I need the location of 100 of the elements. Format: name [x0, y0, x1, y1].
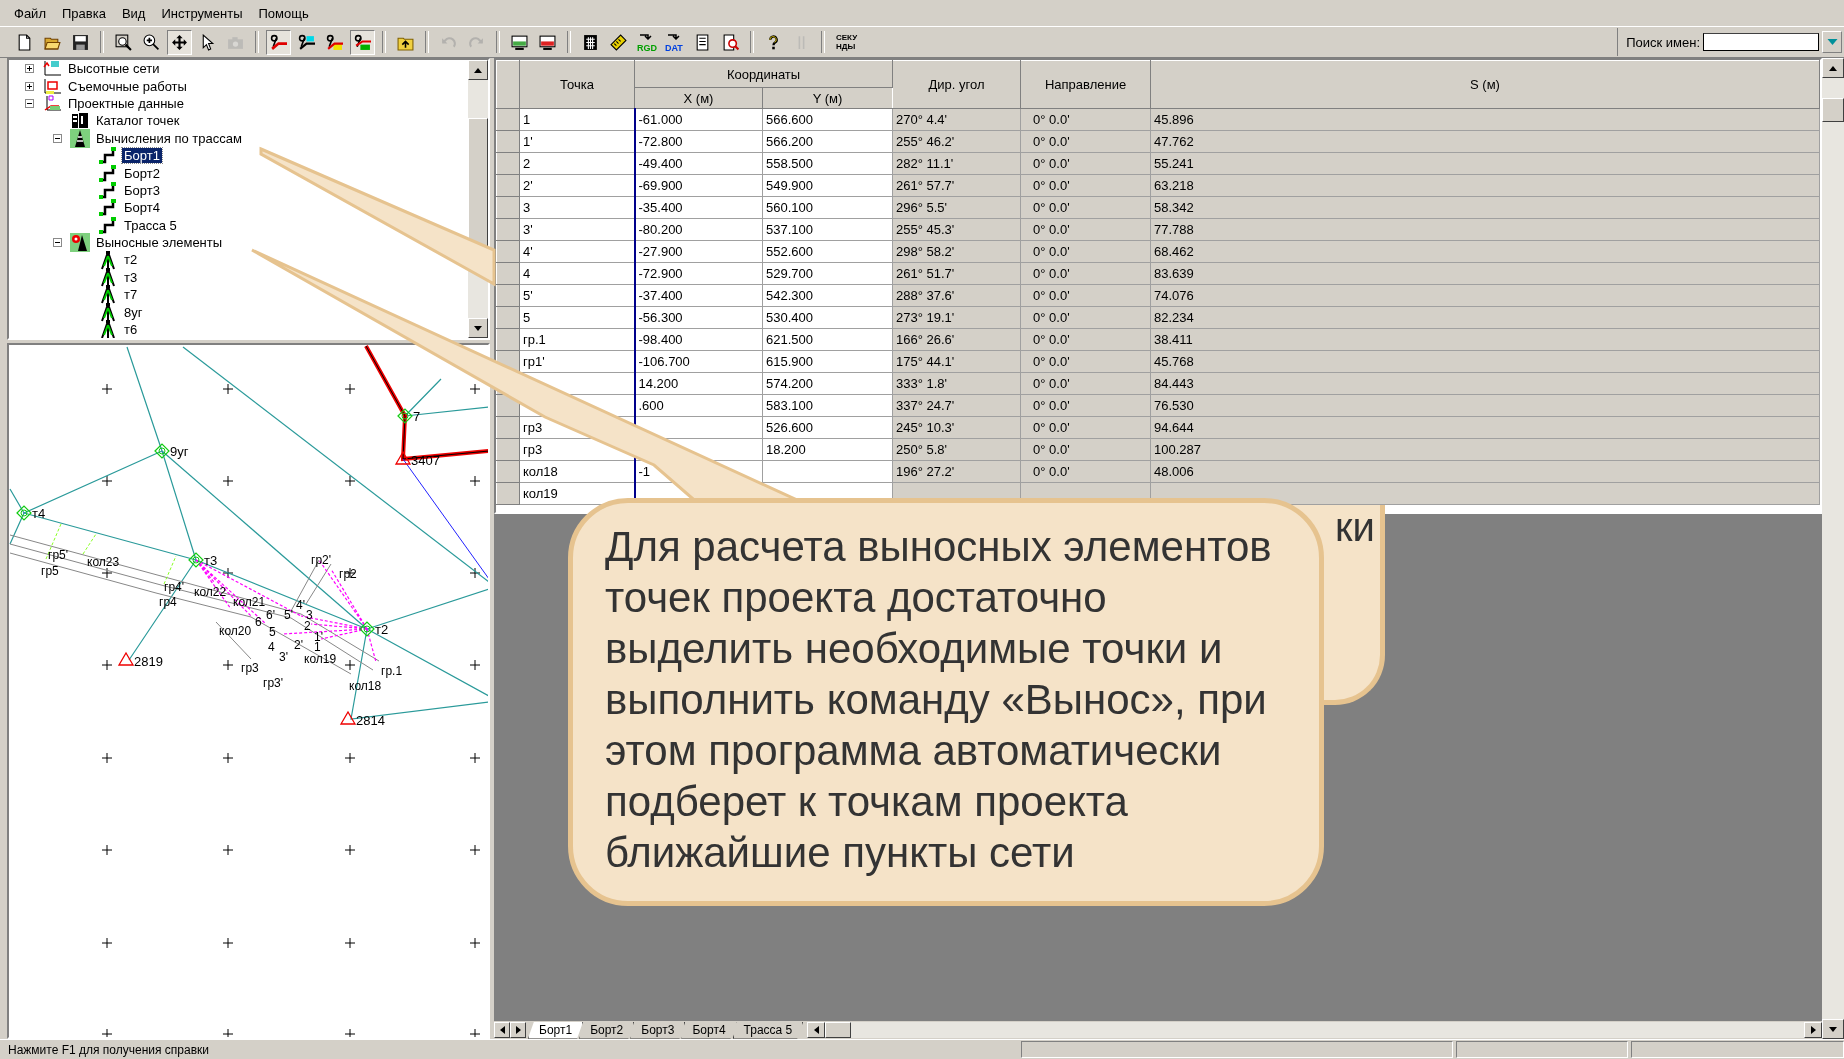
toolbar-button[interactable]	[167, 29, 192, 55]
scroll-thumb[interactable]	[825, 1022, 852, 1038]
tree-item[interactable]: т6	[122, 322, 140, 338]
tab-scroll-right-button[interactable]	[510, 1022, 526, 1038]
row-header[interactable]	[496, 218, 520, 241]
table-cell: 68.462	[1150, 240, 1820, 263]
row-header[interactable]	[496, 328, 520, 351]
right-arrow-icon	[1810, 1026, 1816, 1034]
row-header[interactable]	[496, 262, 520, 285]
sheet-tab[interactable]: Трасса 5	[732, 1021, 804, 1039]
menu-item[interactable]: Помощь	[252, 5, 319, 21]
point-label: 6'	[266, 608, 275, 622]
row-header[interactable]	[496, 240, 520, 263]
collapse-toggle[interactable]	[25, 98, 34, 108]
station-marker-icon	[16, 505, 32, 521]
route-icon	[270, 33, 287, 51]
tree-item[interactable]: Проектные данные	[66, 95, 186, 111]
tree-item[interactable]: т2	[122, 252, 140, 268]
sheet-tab[interactable]: Борт2	[579, 1021, 635, 1039]
table-cell: 45.768	[1150, 350, 1820, 373]
tab-scroll-left-button[interactable]	[494, 1022, 510, 1038]
scroll-up-icon	[474, 67, 482, 73]
project-icon	[42, 94, 62, 113]
row-header[interactable]	[496, 460, 520, 483]
seconds-button[interactable]: СЕКУ НДЫ	[832, 29, 866, 55]
scroll-up-icon	[1829, 65, 1837, 71]
route-icon	[354, 33, 371, 51]
tree-item[interactable]: Борт4	[122, 200, 162, 216]
toolbar-button[interactable]	[350, 29, 375, 55]
row-header[interactable]	[496, 416, 520, 439]
collapse-toggle[interactable]	[53, 133, 62, 143]
left-arrow-icon	[813, 1026, 819, 1034]
tree-item[interactable]: Выносные элементы	[94, 235, 225, 251]
export-button[interactable]: DAT	[662, 29, 687, 55]
search-field[interactable]	[1703, 33, 1819, 51]
dropdown-button[interactable]	[1822, 31, 1842, 53]
export-arrow-icon	[639, 33, 652, 40]
table-cell: 0° 0.0'	[1020, 306, 1151, 329]
table-cell: 574.200	[762, 372, 893, 395]
tree-item[interactable]: Каталог точек	[94, 113, 182, 129]
expand-toggle[interactable]	[25, 81, 34, 91]
row-header[interactable]	[496, 482, 520, 505]
table-cell: -106.700	[634, 350, 763, 373]
table-cell: 526.600	[762, 416, 893, 439]
point-label: 6	[255, 615, 262, 629]
point-label: 7	[413, 409, 421, 424]
row-header[interactable]	[496, 174, 520, 197]
menu-item[interactable]: Вид	[115, 5, 156, 21]
point-label: кол21	[233, 595, 266, 609]
point-label: гр3	[241, 661, 259, 675]
tree-item[interactable]: т3	[122, 269, 140, 285]
expand-toggle[interactable]	[25, 64, 34, 74]
tree-item[interactable]: Борт3	[122, 182, 162, 198]
point-label: кол22	[194, 585, 227, 599]
row-header[interactable]	[496, 130, 520, 153]
table-cell: 0° 0.0'	[1020, 108, 1151, 131]
menu-item[interactable]: Инструменты	[155, 5, 253, 21]
scroll-thumb[interactable]	[1822, 98, 1844, 122]
tree-item[interactable]: 8уг	[122, 304, 145, 320]
sheet-tab[interactable]: Борт3	[630, 1021, 686, 1039]
tree-item[interactable]: т7	[122, 287, 140, 303]
row-header[interactable]	[496, 284, 520, 307]
row-header[interactable]	[496, 196, 520, 219]
table-cell: -49.400	[634, 152, 763, 175]
collapse-toggle[interactable]	[53, 238, 62, 248]
row-header[interactable]	[496, 108, 520, 131]
menu-item[interactable]: Файл	[8, 5, 56, 21]
tree-item[interactable]: Трасса 5	[122, 217, 179, 233]
tree-item[interactable]: Высотные сети	[66, 61, 162, 77]
table-cell: 63.218	[1150, 174, 1820, 197]
table-cell: 14.200	[634, 372, 763, 395]
column-header[interactable]: Направление	[1020, 60, 1151, 109]
calculator-icon	[582, 33, 599, 51]
tree-item[interactable]: Съемочные работы	[66, 78, 189, 94]
row-header[interactable]	[496, 438, 520, 461]
table-cell: 48.006	[1150, 460, 1820, 483]
column-header[interactable]: S (м)	[1150, 60, 1820, 109]
row-header[interactable]	[496, 152, 520, 175]
sheet-tab[interactable]: Борт1	[528, 1021, 584, 1039]
tree-item[interactable]: Борт2	[122, 165, 162, 181]
point-label: 5	[269, 625, 276, 639]
scrollbar[interactable]	[1822, 58, 1844, 1039]
horizontal-scrollbar[interactable]	[807, 1022, 1822, 1038]
tripod-icon	[98, 267, 118, 287]
table-cell: 76.530	[1150, 394, 1820, 417]
save-icon	[72, 33, 89, 51]
table-cell: 0° 0.0'	[1020, 328, 1151, 351]
column-header[interactable]: Дир. угол	[892, 60, 1021, 109]
column-group-header[interactable]: Координаты	[634, 60, 893, 88]
point-label: кол20	[219, 624, 252, 638]
menu-item[interactable]: Правка	[55, 5, 116, 21]
table-cell: 0° 0.0'	[1020, 394, 1151, 417]
row-header[interactable]	[496, 306, 520, 329]
sheet-tab[interactable]: Борт4	[681, 1021, 737, 1039]
column-header[interactable]: Точка	[519, 60, 635, 109]
pan-icon	[171, 33, 188, 51]
tree-item[interactable]: Вычисления по трассам	[94, 130, 244, 146]
toolbar-button[interactable]	[266, 29, 291, 55]
left-arrow-icon	[499, 1026, 505, 1034]
tree-item[interactable]: Борт1	[122, 148, 162, 164]
